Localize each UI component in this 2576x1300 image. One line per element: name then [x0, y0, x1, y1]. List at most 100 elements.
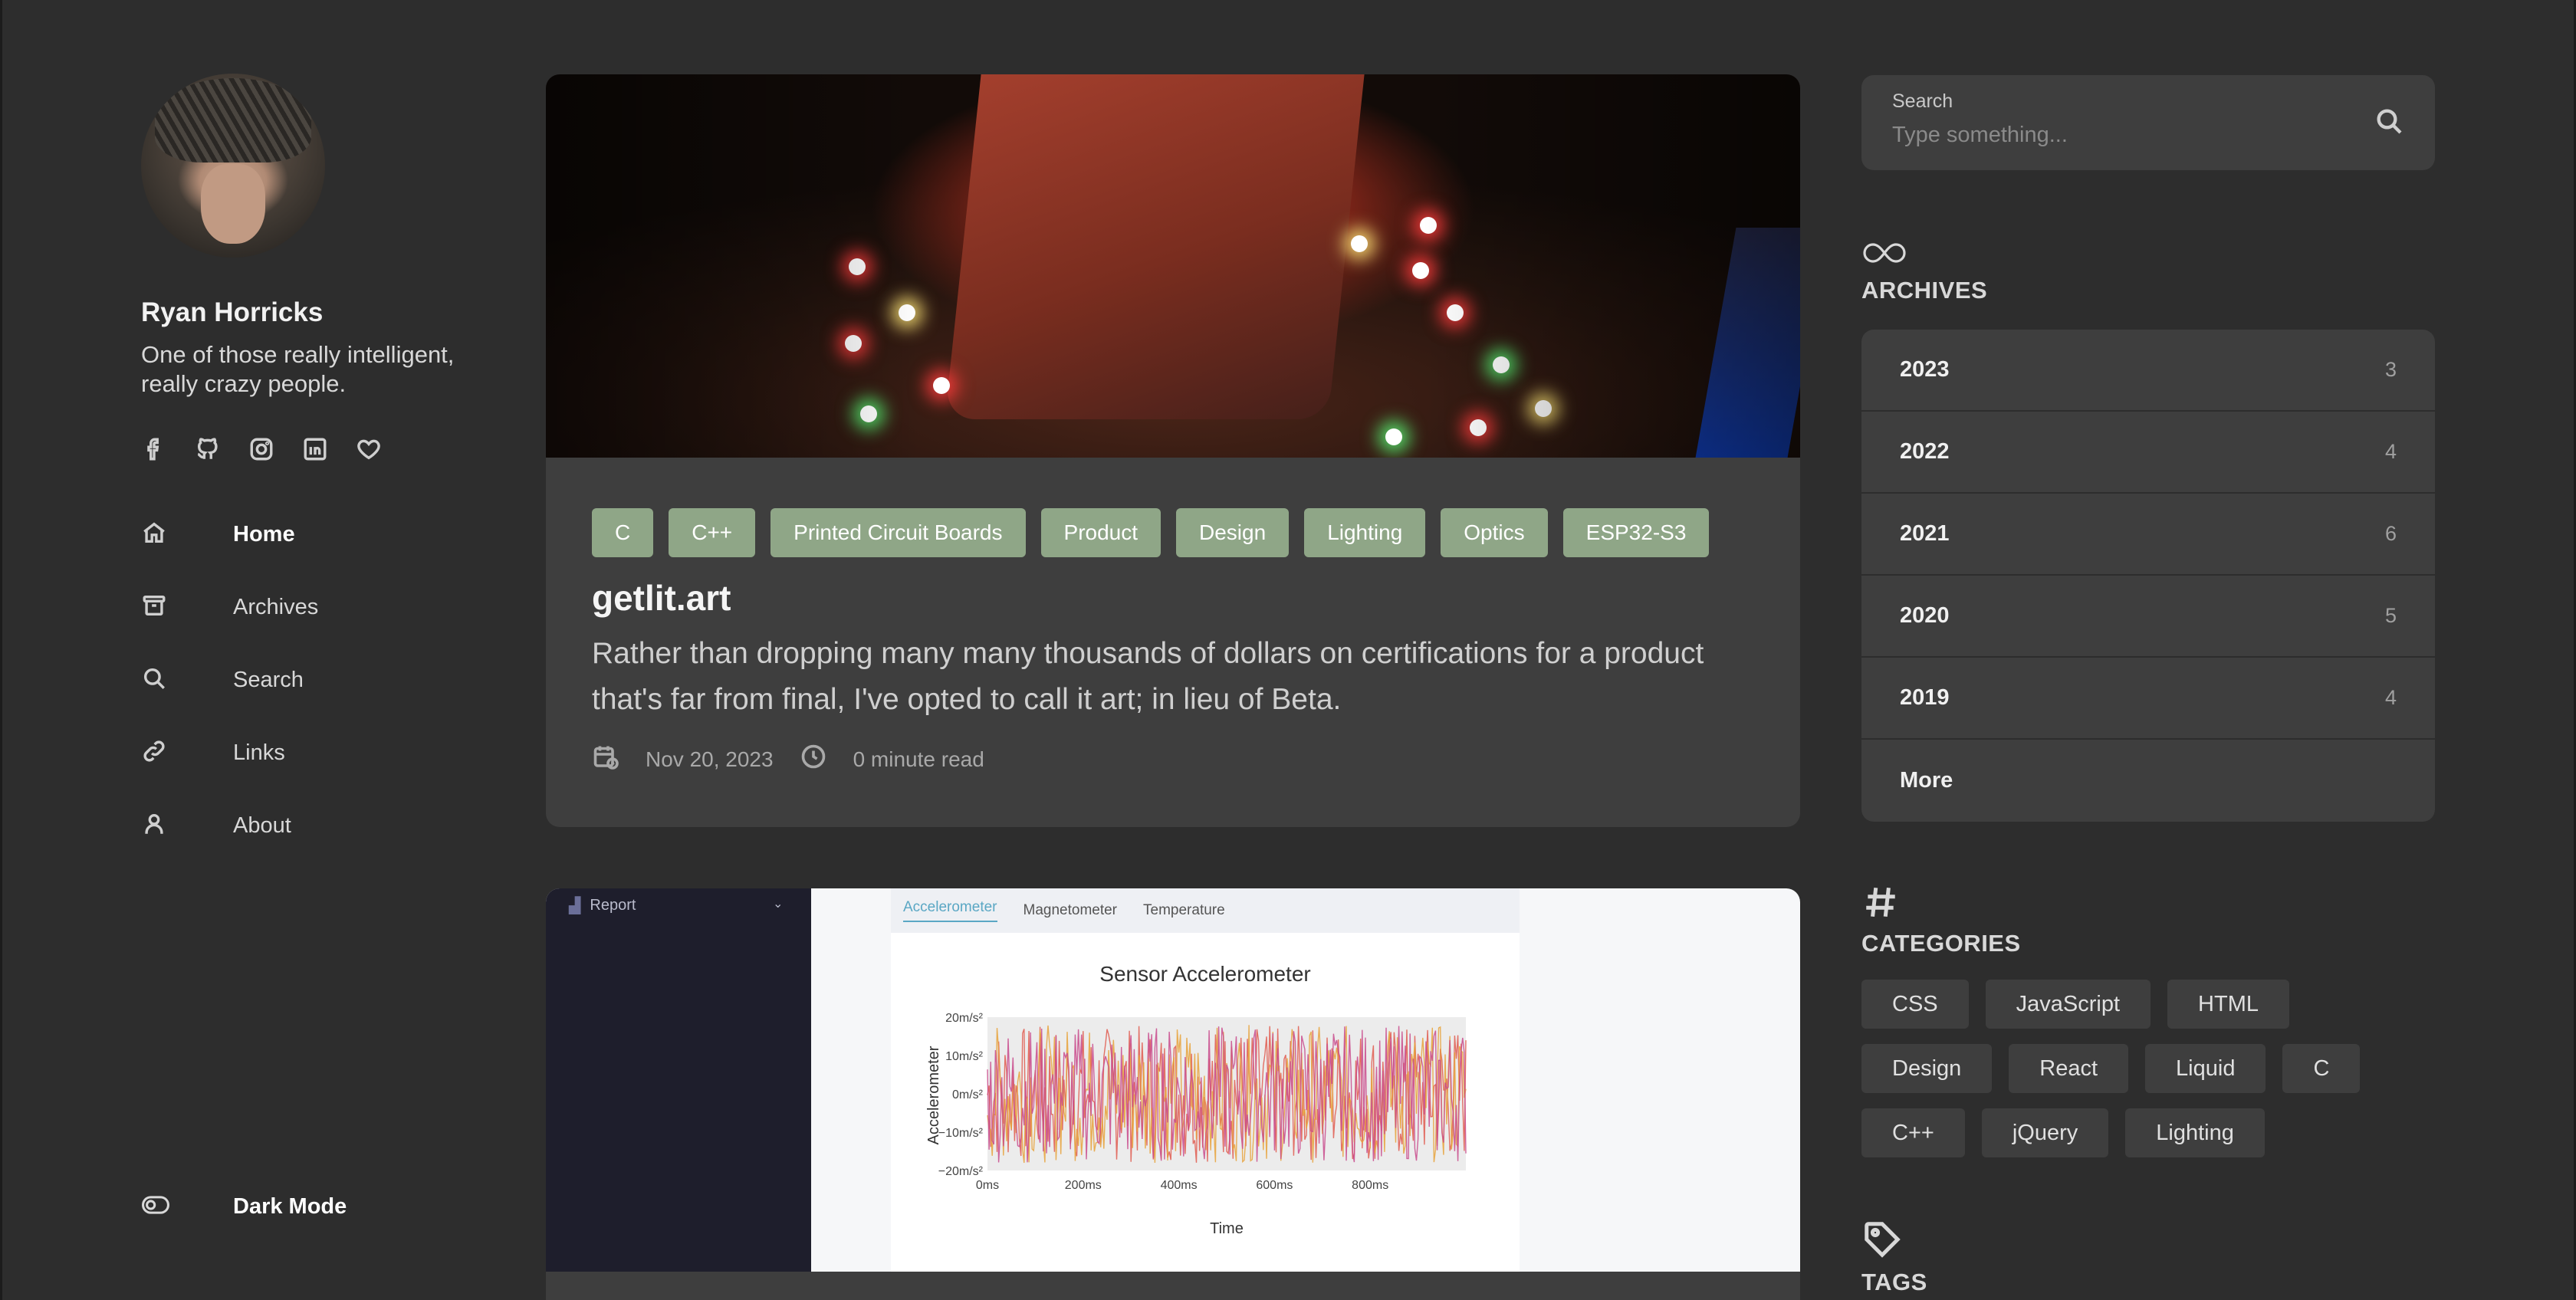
- archive-more[interactable]: More: [1861, 740, 2435, 822]
- dark-mode-label: Dark Mode: [233, 1193, 347, 1219]
- tags-header: TAGS: [1861, 1219, 1927, 1296]
- post-card[interactable]: C C++ Printed Circuit Boards Product Des…: [546, 74, 1800, 827]
- tag-design[interactable]: Design: [1176, 508, 1290, 557]
- nav-label: Links: [233, 740, 285, 765]
- heart-icon[interactable]: [356, 434, 382, 465]
- category-design[interactable]: Design: [1861, 1044, 1993, 1093]
- search-icon[interactable]: [2374, 106, 2404, 136]
- archives-list: 2023 3 2022 4 2021 6 2020 5 2019 4 More: [1861, 330, 2435, 822]
- link-icon: [141, 738, 233, 768]
- tag-lighting[interactable]: Lighting: [1304, 508, 1426, 557]
- archive-row-2022[interactable]: 2022 4: [1861, 412, 2435, 494]
- facebook-icon[interactable]: [141, 434, 167, 465]
- chevron-down-icon: ⌄: [773, 898, 784, 911]
- left-sidebar: Ryan Horricks One of those really intell…: [141, 74, 494, 1277]
- card-footer-strip: [546, 1272, 1800, 1300]
- nav-item-search[interactable]: Search: [141, 644, 494, 717]
- category-javascript[interactable]: JavaScript: [1985, 980, 2151, 1029]
- x-axis-label: Time: [1210, 1220, 1244, 1237]
- nav-item-links[interactable]: Links: [141, 717, 494, 790]
- category-lighting[interactable]: Lighting: [2125, 1108, 2265, 1157]
- post-cover-image[interactable]: [546, 74, 1800, 458]
- x-tick-label: 800ms: [1352, 1179, 1388, 1192]
- avatar[interactable]: [141, 74, 325, 258]
- y-tick-label: −20m/s²: [938, 1165, 984, 1178]
- post-title[interactable]: getlit.art: [546, 557, 1800, 619]
- archives-header: ARCHIVES: [1861, 238, 1987, 304]
- chart-icon: ▟: [569, 898, 581, 914]
- nav-item-archives[interactable]: Archives: [141, 571, 494, 644]
- y-tick-label: −10m/s²: [938, 1127, 984, 1140]
- x-ticks: 0ms 200ms 400ms 600ms 800ms: [976, 1179, 1388, 1192]
- instagram-icon[interactable]: [248, 434, 274, 465]
- category-c[interactable]: C: [2282, 1044, 2361, 1093]
- post-tags: C C++ Printed Circuit Boards Product Des…: [546, 458, 1800, 557]
- user-icon: [141, 811, 233, 841]
- infinity-icon: [1861, 243, 1907, 271]
- screenshot-sidebar: ▟ Report ⌄: [546, 888, 811, 1272]
- categories-header: CATEGORIES: [1861, 883, 2021, 957]
- toggle-icon: [141, 1193, 233, 1220]
- category-liquid[interactable]: Liquid: [2145, 1044, 2266, 1093]
- nav-item-about[interactable]: About: [141, 790, 494, 862]
- y-tick-label: 10m/s²: [945, 1050, 984, 1063]
- tag-c[interactable]: C: [592, 508, 654, 557]
- y-tick-label: 20m/s²: [945, 1012, 984, 1025]
- nav-label: Home: [233, 522, 295, 547]
- dark-mode-toggle[interactable]: Dark Mode: [141, 1183, 347, 1229]
- archive-more-label: More: [1900, 768, 1953, 793]
- tag-esp32-s3[interactable]: ESP32-S3: [1562, 508, 1710, 557]
- hash-icon: [1861, 887, 1900, 924]
- tag-product[interactable]: Product: [1040, 508, 1162, 557]
- category-css[interactable]: CSS: [1861, 980, 1969, 1029]
- post-card[interactable]: ▟ Report ⌄ Accelerometer Magnetometer Te…: [546, 888, 1800, 1300]
- post-meta: Nov 20, 2023 0 minute read: [546, 723, 1800, 776]
- archive-row-2020[interactable]: 2020 5: [1861, 576, 2435, 658]
- calendar-icon: [592, 743, 619, 776]
- tab-temperature: Temperature: [1143, 902, 1225, 918]
- archive-row-2023[interactable]: 2023 3: [1861, 330, 2435, 412]
- archive-year: 2021: [1900, 521, 1950, 546]
- main-nav: Home Archives Search Links About: [141, 498, 494, 862]
- nav-label: About: [233, 813, 291, 838]
- accelerometer-chart: 20m/s² 10m/s² 0m/s² −10m/s² −20m/s² 0ms 200ms…: [925, 1012, 1467, 1237]
- read-time: 0 minute read: [853, 747, 984, 771]
- archive-year: 2022: [1900, 439, 1950, 464]
- archive-year: 2023: [1900, 357, 1950, 382]
- tag-cpp[interactable]: C++: [669, 508, 756, 557]
- clock-icon: [800, 743, 827, 776]
- search-label: Search: [1892, 90, 1953, 112]
- archive-count: 6: [2384, 522, 2397, 545]
- tab-accelerometer: Accelerometer: [903, 899, 997, 922]
- y-ticks: 20m/s² 10m/s² 0m/s² −10m/s² −20m/s²: [938, 1012, 984, 1178]
- category-jquery[interactable]: jQuery: [1981, 1108, 2109, 1157]
- archives-title: ARCHIVES: [1861, 277, 1988, 304]
- github-icon[interactable]: [195, 434, 221, 465]
- archive-count: 3: [2384, 358, 2397, 381]
- category-html[interactable]: HTML: [2167, 980, 2289, 1029]
- window-edge-left: [0, 0, 2, 1300]
- archive-count: 4: [2384, 686, 2397, 709]
- archive-count: 5: [2384, 604, 2397, 627]
- tag-optics[interactable]: Optics: [1441, 508, 1548, 557]
- archive-count: 4: [2384, 440, 2397, 463]
- screenshot-chart-panel: Accelerometer Magnetometer Temperature S…: [891, 888, 1520, 1272]
- category-react[interactable]: React: [2009, 1044, 2129, 1093]
- x-tick-label: 400ms: [1161, 1179, 1198, 1192]
- tab-magnetometer: Magnetometer: [1023, 902, 1118, 918]
- search-input[interactable]: [1892, 120, 2352, 150]
- chart-title: Sensor Accelerometer: [1099, 962, 1311, 986]
- search-box: Search: [1861, 75, 2435, 170]
- tag-pcb[interactable]: Printed Circuit Boards: [770, 508, 1026, 557]
- linkedin-icon[interactable]: [302, 434, 328, 465]
- archive-box-icon: [141, 593, 233, 622]
- x-tick-label: 200ms: [1065, 1179, 1102, 1192]
- archive-row-2019[interactable]: 2019 4: [1861, 658, 2435, 740]
- archive-year: 2020: [1900, 603, 1950, 628]
- screenshot-tabs: Accelerometer Magnetometer Temperature: [891, 888, 1520, 933]
- category-cpp[interactable]: C++: [1861, 1108, 1965, 1157]
- categories-title: CATEGORIES: [1861, 930, 2021, 957]
- post-excerpt: Rather than dropping many many thousands…: [592, 637, 1704, 716]
- archive-row-2021[interactable]: 2021 6: [1861, 494, 2435, 576]
- nav-item-home[interactable]: Home: [141, 498, 494, 571]
